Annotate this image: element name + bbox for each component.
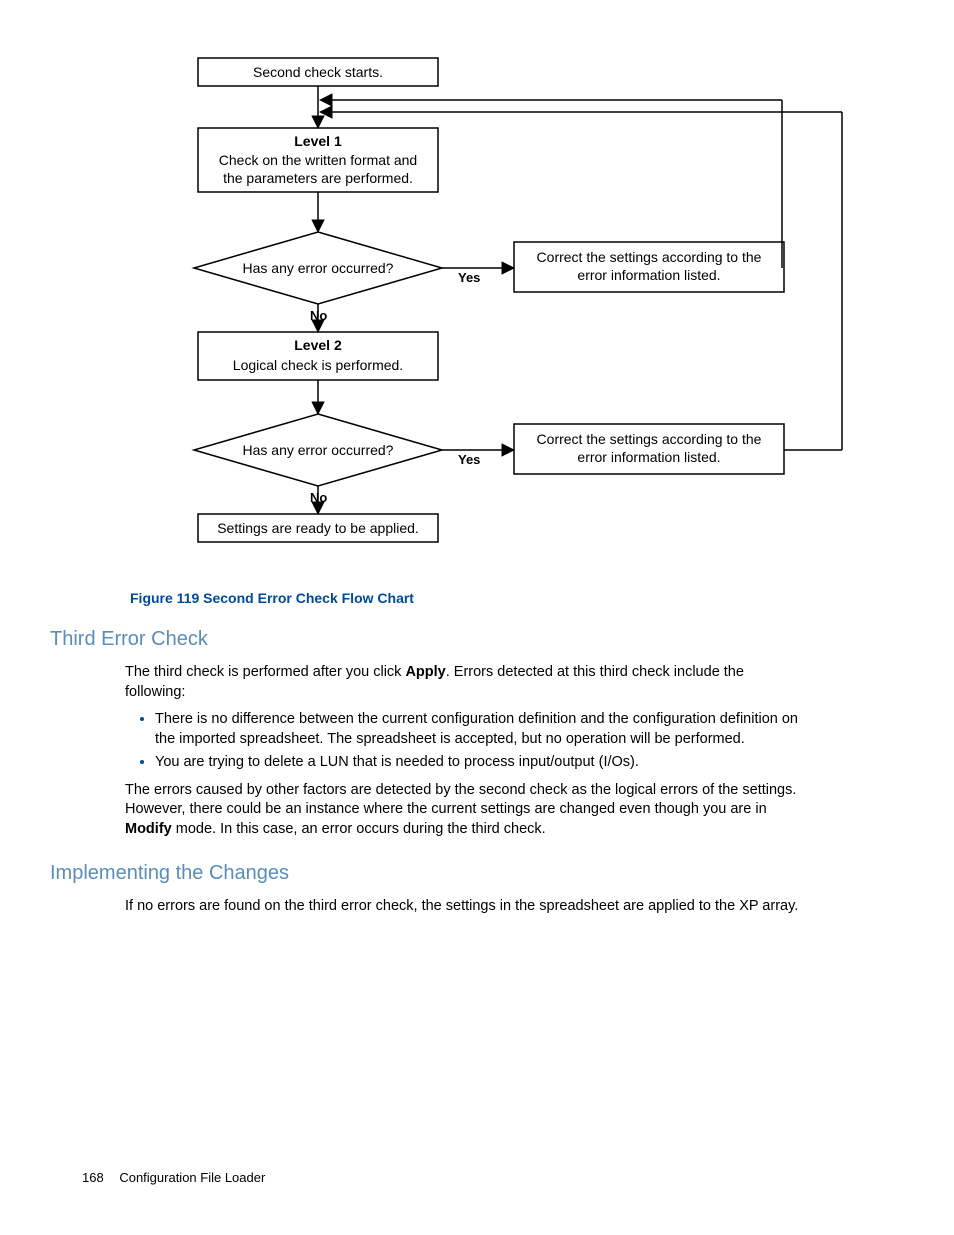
flowchart: Second check starts. Level 1 Check on th… — [162, 50, 804, 560]
page-footer: 168 Configuration File Loader — [82, 1170, 265, 1185]
flow-node-level1-body2: the parameters are performed. — [223, 170, 413, 186]
flow-d2-yes: Yes — [458, 452, 480, 467]
flow-correct2-l1: Correct the settings according to the — [537, 431, 762, 447]
flow-node-level2-title: Level 2 — [294, 337, 342, 353]
flow-node-level2-body: Logical check is performed. — [233, 357, 403, 373]
flow-decision1: Has any error occurred? — [243, 260, 394, 276]
page-number: 168 — [82, 1170, 104, 1185]
paragraph: The errors caused by other factors are d… — [125, 781, 804, 840]
footer-title: Configuration File Loader — [119, 1170, 265, 1185]
flow-node-level1-body1: Check on the written format and — [219, 152, 417, 168]
paragraph: If no errors are found on the third erro… — [125, 897, 804, 917]
flow-node-start: Second check starts. — [253, 64, 383, 80]
flow-node-final: Settings are ready to be applied. — [217, 520, 419, 536]
heading-implementing: Implementing the Changes — [50, 862, 804, 885]
flow-correct1-l2: error information listed. — [577, 267, 720, 283]
list-item: There is no difference between the curre… — [155, 710, 804, 749]
paragraph: The third check is performed after you c… — [125, 663, 804, 702]
flow-d1-yes: Yes — [458, 270, 480, 285]
bullet-list: There is no difference between the curre… — [125, 710, 804, 773]
list-item: You are trying to delete a LUN that is n… — [155, 753, 804, 773]
flow-correct2-l2: error information listed. — [577, 449, 720, 465]
heading-third-error-check: Third Error Check — [50, 628, 804, 651]
flow-correct1-l1: Correct the settings according to the — [537, 249, 762, 265]
figure-caption: Figure 119 Second Error Check Flow Chart — [130, 590, 804, 606]
flow-node-level1-title: Level 1 — [294, 133, 342, 149]
flow-decision2: Has any error occurred? — [243, 442, 394, 458]
